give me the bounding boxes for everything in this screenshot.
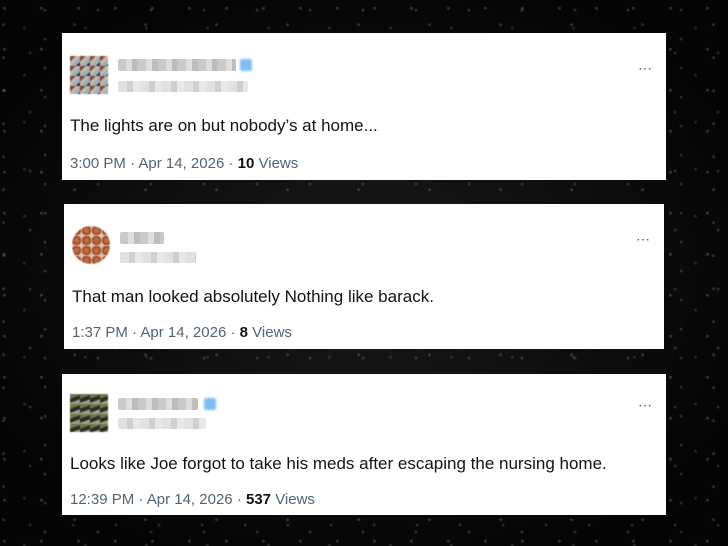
tweet-time[interactable]: 12:39 PM [70,491,134,508]
views-label: Views [258,155,299,172]
tweet-card[interactable]: ⋯ That man looked absolutely Nothing lik… [64,204,664,349]
meta-separator: · [236,491,242,508]
meta-separator: · [228,155,234,172]
tweet-text: The lights are on but nobody’s at home..… [70,116,378,135]
more-options-icon[interactable]: ⋯ [638,61,654,75]
meta-separator: · [138,491,144,508]
meta-separator: · [130,155,136,172]
display-name-blurred[interactable] [118,398,198,410]
tweet-text: That man looked absolutely Nothing like … [72,287,434,306]
more-options-icon[interactable]: ⋯ [636,232,652,246]
avatar[interactable] [70,56,108,94]
views-label: Views [252,324,292,341]
tweet-date[interactable]: Apr 14, 2026 [140,324,226,341]
handle-blurred[interactable] [120,252,196,263]
tweet-time[interactable]: 3:00 PM [70,155,126,172]
avatar[interactable] [72,226,110,264]
verified-badge-icon [240,59,252,71]
views-label: Views [275,491,315,508]
handle-blurred[interactable] [118,81,248,92]
verified-badge-icon [204,398,216,410]
meta-separator: · [230,324,236,341]
more-options-icon[interactable]: ⋯ [638,398,654,412]
tweet-text: Looks like Joe forgot to take his meds a… [70,454,607,473]
views-count: 10 [237,155,255,172]
tweet-meta: 12:39 PM · Apr 14, 2026 · 537 Views [70,491,315,508]
display-name-blurred[interactable] [120,232,164,244]
tweet-card[interactable]: ⋯ Looks like Joe forgot to take his meds… [62,374,666,515]
tweet-meta: 1:37 PM · Apr 14, 2026 · 8 Views [72,324,292,341]
display-name-blurred[interactable] [118,59,236,71]
tweet-date[interactable]: Apr 14, 2026 [138,155,224,172]
avatar[interactable] [70,394,108,432]
meta-separator: · [132,324,138,341]
tweet-card[interactable]: ⋯ The lights are on but nobody’s at home… [62,33,666,180]
tweet-date[interactable]: Apr 14, 2026 [147,491,233,508]
views-count: 8 [239,324,248,341]
tweet-time[interactable]: 1:37 PM [72,324,128,341]
handle-blurred[interactable] [118,418,206,429]
views-count: 537 [245,491,272,508]
tweet-meta: 3:00 PM · Apr 14, 2026 · 10 Views [70,155,298,172]
